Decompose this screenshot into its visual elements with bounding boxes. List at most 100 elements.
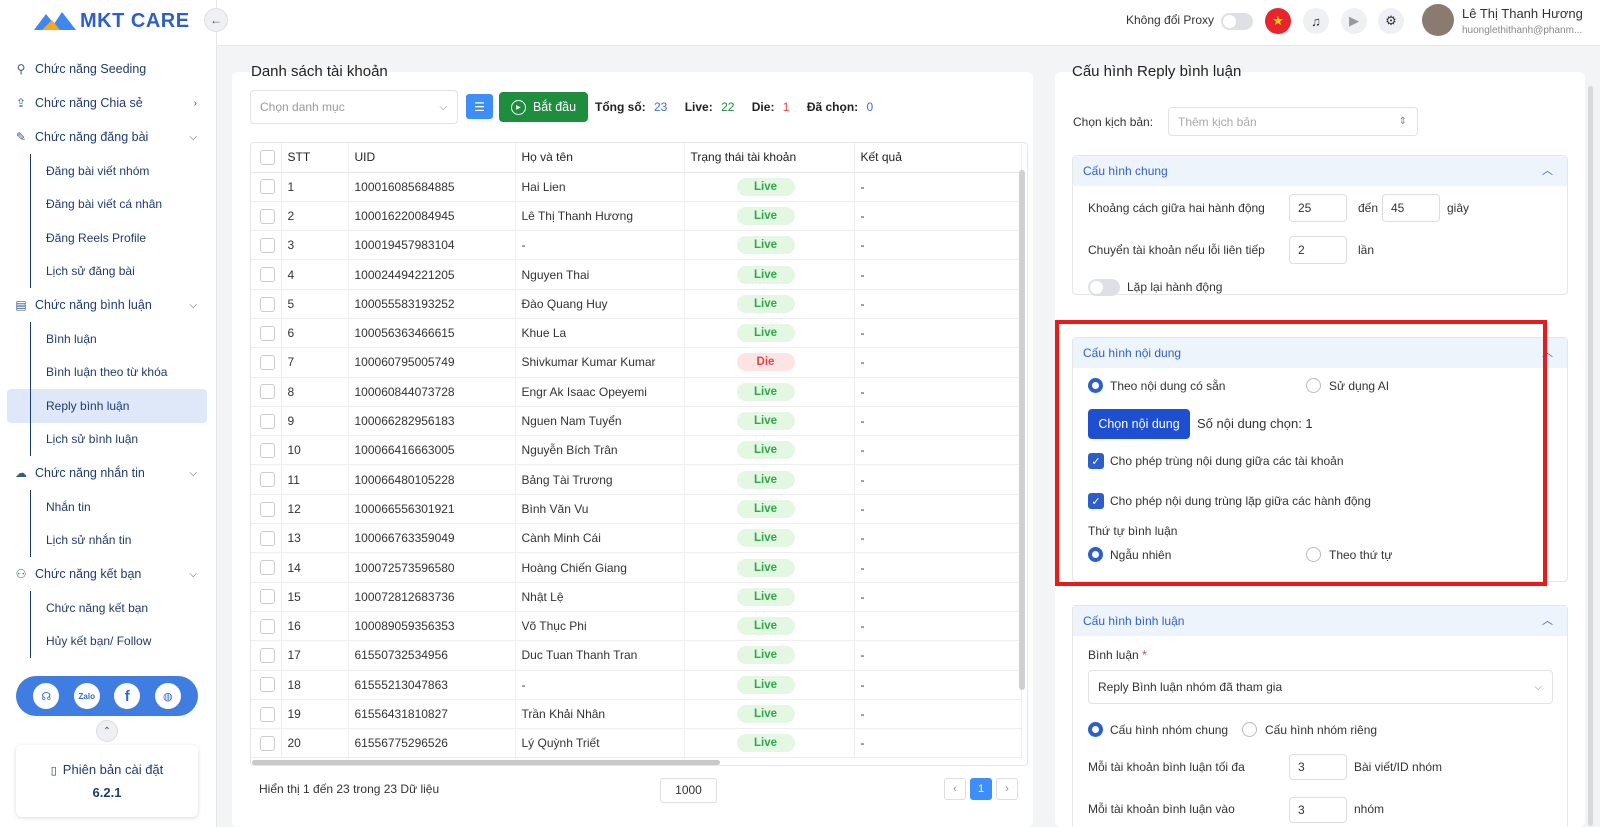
- sidebar-group[interactable]: ⚲ Chức năng Seeding: [0, 52, 217, 86]
- collapse-sidebar-button[interactable]: ←: [204, 8, 228, 32]
- row-checkbox[interactable]: [260, 237, 275, 253]
- repeat-toggle[interactable]: [1088, 279, 1120, 296]
- row-checkbox[interactable]: [260, 384, 275, 400]
- row-select-cell[interactable]: [251, 406, 282, 437]
- table-row[interactable]: 7 100060795005749 Shivkumar Kumar Kumar Die…: [251, 347, 1022, 378]
- row-select-cell[interactable]: [251, 699, 282, 730]
- row-checkbox[interactable]: [260, 267, 275, 283]
- allow-dup-accounts-checkbox[interactable]: ✓: [1088, 453, 1104, 469]
- sidebar-item[interactable]: Chức năng kết bạn: [0, 591, 217, 625]
- row-checkbox[interactable]: [260, 706, 275, 722]
- globe-icon[interactable]: ◍: [154, 683, 181, 709]
- chevron-up-icon[interactable]: ︿: [1542, 156, 1553, 186]
- row-select-cell[interactable]: [251, 670, 282, 700]
- zalo-icon[interactable]: Zalo: [73, 683, 100, 709]
- row-checkbox[interactable]: [260, 179, 275, 195]
- support-icon[interactable]: ☊: [33, 683, 60, 709]
- sidebar-group[interactable]: ✎ Chức năng đăng bài ⌵: [0, 120, 217, 154]
- table-vertical-scrollbar[interactable]: [1019, 170, 1025, 690]
- content-available-radio[interactable]: [1088, 378, 1103, 393]
- row-select-cell[interactable]: [251, 640, 282, 671]
- sidebar-item[interactable]: Bình luận theo từ khóa: [0, 355, 217, 390]
- page-size-select[interactable]: 1000: [660, 778, 717, 803]
- sidebar-item[interactable]: Reply bình luận: [7, 389, 207, 423]
- sidebar-item[interactable]: Lịch sử nhắn tin: [0, 523, 217, 558]
- row-checkbox[interactable]: [260, 472, 275, 488]
- row-select-cell[interactable]: [251, 728, 282, 759]
- facebook-icon[interactable]: f: [114, 683, 141, 709]
- switch-account-input[interactable]: 2: [1289, 236, 1347, 264]
- table-row[interactable]: 16 100089059356353 Võ Thục Phi Live -: [251, 611, 1022, 642]
- table-row[interactable]: 15 100072812683736 Nhật Lệ Live -: [251, 582, 1022, 612]
- table-row[interactable]: 17 61550732534956 Duc Tuan Thanh Tran Live -: [251, 640, 1022, 671]
- row-checkbox[interactable]: [260, 501, 275, 517]
- row-select-cell[interactable]: [251, 435, 282, 466]
- sidebar-item[interactable]: Nhắn tin: [0, 490, 217, 524]
- row-select-cell[interactable]: [251, 464, 282, 495]
- row-select-cell[interactable]: [251, 259, 282, 290]
- row-checkbox[interactable]: [260, 530, 275, 546]
- vietnam-flag-icon[interactable]: ★: [1265, 8, 1291, 34]
- table-row[interactable]: 6 100056363466615 Khue La Live -: [251, 318, 1022, 349]
- sidebar-item[interactable]: Đăng bài viết cá nhân: [0, 187, 217, 222]
- comment-config-header[interactable]: Cấu hình bình luận ︿: [1073, 606, 1567, 636]
- avatar[interactable]: [1422, 4, 1454, 36]
- interval-from-input[interactable]: 25: [1289, 194, 1347, 222]
- filter-button[interactable]: ☰: [466, 94, 493, 119]
- sidebar-item[interactable]: Lịch sử bình luận: [0, 422, 217, 457]
- sidebar-group[interactable]: ☁ Chức năng nhắn tin ⌵: [0, 456, 217, 490]
- allow-dup-actions-checkbox[interactable]: ✓: [1088, 493, 1104, 509]
- proxy-toggle[interactable]: [1221, 13, 1253, 30]
- row-checkbox[interactable]: [260, 560, 275, 576]
- row-checkbox[interactable]: [260, 677, 275, 693]
- chevron-up-icon[interactable]: ︿: [1542, 606, 1553, 636]
- row-checkbox[interactable]: [260, 442, 275, 458]
- chevron-up-icon[interactable]: ︿: [1542, 338, 1553, 368]
- sidebar-item[interactable]: Đăng bài viết nhóm: [0, 154, 217, 188]
- row-select-cell[interactable]: [251, 201, 282, 232]
- row-select-cell[interactable]: [251, 347, 282, 378]
- logo[interactable]: MKT CARE: [32, 6, 190, 36]
- row-checkbox[interactable]: [260, 735, 275, 751]
- gear-icon[interactable]: ⚙: [1378, 8, 1404, 34]
- row-select-cell[interactable]: [251, 230, 282, 261]
- table-row[interactable]: 2 100016220084945 Lê Thị Thanh Hương Live -: [251, 201, 1022, 232]
- content-ai-radio[interactable]: [1306, 378, 1321, 393]
- row-select-cell[interactable]: [251, 552, 282, 583]
- table-row[interactable]: 9 100066282956183 Nguen Nam Tuyển Live -: [251, 406, 1022, 437]
- row-select-cell[interactable]: [251, 289, 282, 319]
- interval-to-input[interactable]: 45: [1382, 194, 1440, 222]
- chevron-up-icon[interactable]: ⌃: [96, 720, 118, 742]
- group-common-radio[interactable]: [1088, 722, 1103, 737]
- row-select-cell[interactable]: [251, 523, 282, 554]
- row-checkbox[interactable]: [260, 208, 275, 224]
- column-header[interactable]: Họ và tên: [515, 143, 685, 173]
- table-row[interactable]: 18 61555213047863- Live -: [251, 670, 1022, 700]
- row-checkbox[interactable]: [260, 413, 275, 429]
- sidebar-group[interactable]: ⚇ Chức năng kết bạn ⌵: [0, 557, 217, 591]
- row-select-cell[interactable]: [251, 582, 282, 612]
- comment-type-select[interactable]: Reply Bình luận nhóm đã tham gia ⌵: [1088, 670, 1553, 704]
- column-header[interactable]: Kết quả: [854, 143, 1022, 173]
- table-row[interactable]: 13 100066763359049 Cành Minh Cái Live -: [251, 523, 1022, 554]
- comment-into-input[interactable]: 3: [1289, 797, 1347, 823]
- config-scrollbar[interactable]: [1588, 86, 1593, 826]
- row-select-cell[interactable]: [251, 611, 282, 642]
- row-checkbox[interactable]: [260, 325, 275, 341]
- start-button[interactable]: ▶ Bắt đầu: [499, 92, 588, 122]
- column-header[interactable]: Trạng thái tài khoản: [684, 143, 855, 173]
- bell-icon[interactable]: ♫: [1303, 8, 1329, 34]
- table-row[interactable]: 14 100072573596580 Hoàng Chiến Giang Live -: [251, 552, 1022, 583]
- table-row[interactable]: 11 100066480105228 Bảng Tài Trương Live -: [251, 464, 1022, 495]
- table-row[interactable]: 19 61556431810827 Trần Khải Nhân Live -: [251, 699, 1022, 730]
- select-all-cell[interactable]: [251, 143, 282, 173]
- page-1-button[interactable]: 1: [970, 778, 992, 800]
- table-row[interactable]: 1 100016085684885 Hai Lien Live -: [251, 172, 1022, 202]
- play-icon[interactable]: ▶: [1341, 8, 1367, 34]
- row-select-cell[interactable]: [251, 172, 282, 202]
- sidebar-item[interactable]: Đăng Reels Profile: [0, 221, 217, 255]
- column-header[interactable]: STT: [281, 143, 349, 173]
- next-page-button[interactable]: ›: [996, 778, 1018, 800]
- table-row[interactable]: 4 100024494221205 Nguyen Thai Live -: [251, 259, 1022, 290]
- row-checkbox[interactable]: [260, 648, 275, 664]
